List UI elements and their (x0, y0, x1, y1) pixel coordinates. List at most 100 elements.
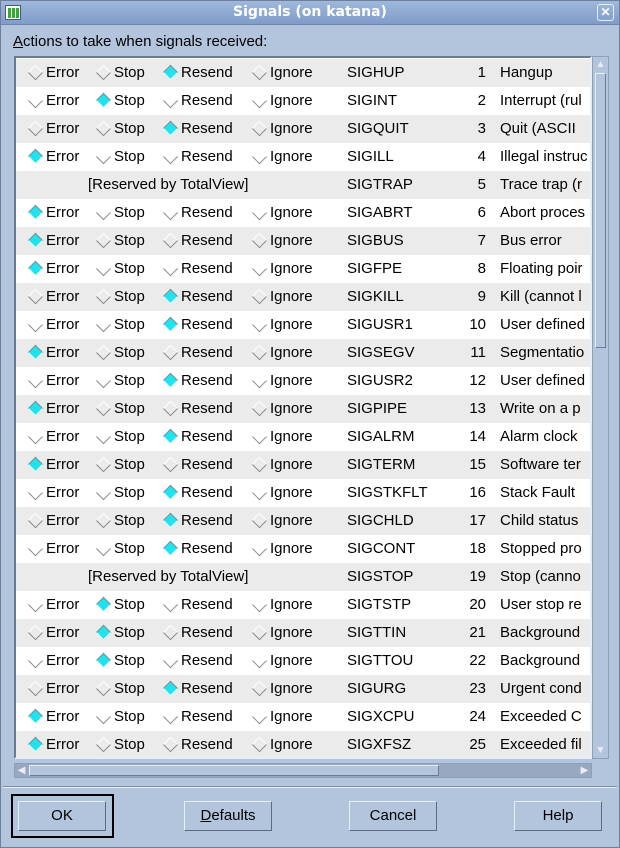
diamond-radio-icon (27, 708, 44, 725)
diamond-radio-icon (162, 316, 179, 333)
diamond-radio-icon (162, 540, 179, 557)
diamond-radio-icon (27, 288, 44, 305)
signal-name: SIGBUS (347, 232, 404, 249)
diamond-radio-icon (251, 456, 268, 473)
diamond-radio-icon (251, 484, 268, 501)
diamond-radio-icon (95, 64, 112, 81)
signal-description: Child status (500, 512, 579, 529)
signal-number: 3 (477, 120, 486, 137)
signal-description: Urgent cond (500, 680, 582, 697)
ok-button[interactable]: OK (18, 801, 106, 831)
diamond-radio-icon (95, 260, 112, 277)
vertical-scroll-thumb[interactable] (595, 73, 606, 348)
diamond-radio-icon (251, 148, 268, 165)
diamond-radio-icon (27, 512, 44, 529)
signal-row-sigtstp: Error Stop Resend Ignore SIGTSTP 20 User stop … (16, 591, 590, 619)
diamond-radio-icon (162, 512, 179, 529)
actions-caption: Actions to take when signals received: (13, 33, 268, 50)
signal-description: Abort proces (500, 204, 586, 221)
signal-number: 21 (469, 624, 486, 641)
scroll-left-icon[interactable]: ◀ (15, 764, 28, 777)
signal-number: 4 (477, 148, 486, 165)
diamond-radio-icon (27, 232, 44, 249)
signal-name: SIGQUIT (347, 120, 409, 137)
diamond-radio-icon (95, 708, 112, 725)
signal-number: 6 (477, 204, 486, 221)
horizontal-scroll-thumb[interactable] (29, 765, 439, 776)
signal-description: Trace trap (r (500, 176, 582, 193)
diamond-radio-icon (27, 372, 44, 389)
diamond-radio-icon (162, 120, 179, 137)
defaults-button[interactable]: Defaults (184, 801, 272, 831)
diamond-radio-icon (251, 64, 268, 81)
diamond-radio-icon (162, 204, 179, 221)
signal-row-sigcont: Error Stop Resend Ignore SIGCONT 18 Stopped pr… (16, 535, 590, 563)
diamond-radio-icon (162, 680, 179, 697)
signal-name: SIGTERM (347, 456, 416, 473)
diamond-radio-icon (162, 288, 179, 305)
signal-number: 10 (469, 316, 486, 333)
signal-name: SIGABRT (347, 204, 413, 221)
diamond-radio-icon (27, 652, 44, 669)
diamond-radio-icon (27, 316, 44, 333)
signal-number: 14 (469, 428, 486, 445)
cancel-button[interactable]: Cancel (349, 801, 437, 831)
diamond-radio-icon (251, 624, 268, 641)
signal-name: SIGINT (347, 92, 398, 109)
signal-number: 19 (469, 568, 486, 585)
signal-description: Bus error (500, 232, 562, 249)
diamond-radio-icon (162, 64, 179, 81)
signal-number: 23 (469, 680, 486, 697)
signal-row-sigstkflt: Error Stop Resend Ignore SIGSTKFLT 16 Stack Fa… (16, 479, 590, 507)
diamond-radio-icon (95, 512, 112, 529)
close-icon[interactable]: ✕ (597, 4, 614, 21)
diamond-radio-icon (95, 344, 112, 361)
diamond-radio-icon (251, 736, 268, 753)
help-button[interactable]: Help (514, 801, 602, 831)
signal-row-sigbus: Error Stop Resend Ignore SIGBUS 7 Bus error (16, 227, 590, 255)
signal-number: 9 (477, 288, 486, 305)
diamond-radio-icon (162, 428, 179, 445)
signal-row-sigint: Error Stop Resend Ignore SIGINT 2 Interrupt (r… (16, 87, 590, 115)
diamond-radio-icon (251, 92, 268, 109)
diamond-radio-icon (95, 540, 112, 557)
diamond-radio-icon (162, 232, 179, 249)
signal-row-sigterm: Error Stop Resend Ignore SIGTERM 15 Software t… (16, 451, 590, 479)
reserved-label: [Reserved by TotalView] (88, 176, 249, 193)
signal-name: SIGILL (347, 148, 394, 165)
diamond-radio-icon (162, 484, 179, 501)
signal-row-sigxfsz: Error Stop Resend Ignore SIGXFSZ 25 Exceeded f… (16, 731, 590, 757)
signal-number: 18 (469, 540, 486, 557)
horizontal-scrollbar[interactable]: ◀ ▶ (14, 763, 592, 778)
signal-description: Exceeded fil (500, 736, 582, 753)
diamond-radio-icon (95, 680, 112, 697)
scroll-down-icon[interactable]: ▼ (594, 744, 607, 757)
signal-number: 20 (469, 596, 486, 613)
diamond-radio-icon (95, 624, 112, 641)
signal-name: SIGTRAP (347, 176, 413, 193)
diamond-radio-icon (162, 596, 179, 613)
scroll-up-icon[interactable]: ▲ (594, 58, 607, 71)
signal-description: Write on a p (500, 400, 581, 417)
signal-name: SIGCONT (347, 540, 416, 557)
diamond-radio-icon (251, 372, 268, 389)
signal-description: Stack Fault (500, 484, 576, 501)
vertical-scrollbar[interactable]: ▲ ▼ (592, 56, 609, 759)
signal-name: SIGPIPE (347, 400, 408, 417)
signals-dialog: Signals (on katana) ✕ Actions to take wh… (0, 0, 620, 848)
diamond-radio-icon (251, 288, 268, 305)
scroll-right-icon[interactable]: ▶ (578, 764, 591, 777)
diamond-radio-icon (162, 400, 179, 417)
diamond-radio-icon (251, 540, 268, 557)
diamond-radio-icon (27, 148, 44, 165)
signal-number: 5 (477, 176, 486, 193)
signal-row-sigusr1: Error Stop Resend Ignore SIGUSR1 10 User defin… (16, 311, 590, 339)
signal-description: Illegal instruc (500, 148, 588, 165)
signal-name: SIGSTOP (347, 568, 414, 585)
reserved-label: [Reserved by TotalView] (88, 568, 249, 585)
signal-number: 25 (469, 736, 486, 753)
signal-name: SIGTTIN (347, 624, 407, 641)
signal-row-sigquit: Error Stop Resend Ignore SIGQUIT 3 Quit (ASCII (16, 115, 590, 143)
diamond-radio-icon (251, 708, 268, 725)
signal-row-sigurg: Error Stop Resend Ignore SIGURG 23 Urgent cond (16, 675, 590, 703)
